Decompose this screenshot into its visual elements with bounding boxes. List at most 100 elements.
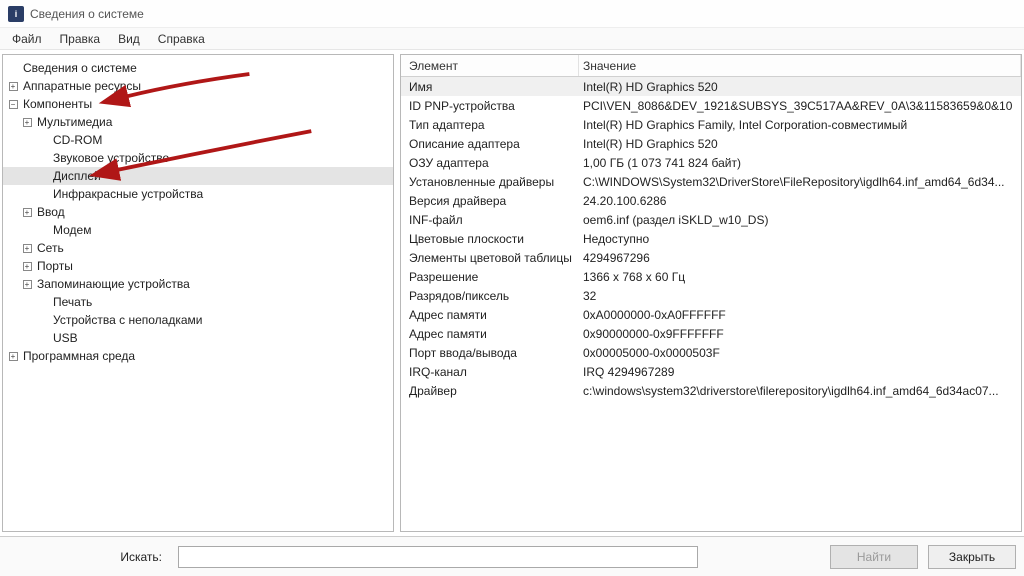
detail-cell-name: Версия драйвера (401, 194, 579, 208)
system-tree: Сведения о системе + Аппаратные ресурсы … (3, 59, 393, 365)
tree-item-hardware[interactable]: + Аппаратные ресурсы (3, 77, 393, 95)
detail-cell-name: Тип адаптера (401, 118, 579, 132)
tree-pane[interactable]: Сведения о системе + Аппаратные ресурсы … (2, 54, 394, 532)
tree-item-infrared[interactable]: Инфракрасные устройства (3, 185, 393, 203)
detail-cell-value: 1,00 ГБ (1 073 741 824 байт) (579, 156, 1021, 170)
detail-cell-name: Описание адаптера (401, 137, 579, 151)
tree-item-software-env[interactable]: + Программная среда (3, 347, 393, 365)
tree-label: Модем (53, 223, 91, 237)
detail-row[interactable]: Тип адаптераIntel(R) HD Graphics Family,… (401, 115, 1021, 134)
tree-label: Сеть (37, 241, 64, 255)
detail-cell-value: 24.20.100.6286 (579, 194, 1021, 208)
tree-item-multimedia[interactable]: + Мультимедиа (3, 113, 393, 131)
detail-cell-name: Порт ввода/вывода (401, 346, 579, 360)
plus-icon[interactable]: + (21, 278, 33, 290)
minus-icon[interactable]: − (7, 98, 19, 110)
tree-label: Дисплей (53, 169, 101, 183)
detail-cell-value: 0x00005000-0x0000503F (579, 346, 1021, 360)
tree-label: CD-ROM (53, 133, 102, 147)
detail-cell-name: IRQ-канал (401, 365, 579, 379)
tree-item-sound[interactable]: Звуковое устройство (3, 149, 393, 167)
detail-row[interactable]: Разрядов/пиксель32 (401, 286, 1021, 305)
search-label: Искать: (120, 550, 162, 564)
tree-label: Сведения о системе (23, 61, 137, 75)
detail-row[interactable]: Разрешение1366 x 768 x 60 Гц (401, 267, 1021, 286)
tree-item-cdrom[interactable]: CD-ROM (3, 131, 393, 149)
close-button[interactable]: Закрыть (928, 545, 1016, 569)
detail-row[interactable]: Версия драйвера24.20.100.6286 (401, 191, 1021, 210)
tree-label: Запоминающие устройства (37, 277, 190, 291)
plus-icon[interactable]: + (7, 80, 19, 92)
detail-row[interactable]: Драйверc:\windows\system32\driverstore\f… (401, 381, 1021, 400)
detail-body[interactable]: ИмяIntel(R) HD Graphics 520ID PNP-устрой… (401, 77, 1021, 531)
detail-cell-value: 0x90000000-0x9FFFFFFF (579, 327, 1021, 341)
detail-cell-name: ОЗУ адаптера (401, 156, 579, 170)
detail-cell-value: 0xA0000000-0xA0FFFFFF (579, 308, 1021, 322)
tree-item-problem-devices[interactable]: Устройства с неполадками (3, 311, 393, 329)
tree-item-storage[interactable]: + Запоминающие устройства (3, 275, 393, 293)
detail-cell-name: Элементы цветовой таблицы (401, 251, 579, 265)
tree-label: Компоненты (23, 97, 92, 111)
tree-label: Ввод (37, 205, 65, 219)
detail-cell-value: Intel(R) HD Graphics 520 (579, 137, 1021, 151)
detail-cell-name: ID PNP-устройства (401, 99, 579, 113)
plus-icon[interactable]: + (7, 350, 19, 362)
detail-row[interactable]: INF-файлoem6.inf (раздел iSKLD_w10_DS) (401, 210, 1021, 229)
column-header-element[interactable]: Элемент (401, 55, 579, 76)
tree-item-printing[interactable]: Печать (3, 293, 393, 311)
detail-row[interactable]: Порт ввода/вывода0x00005000-0x0000503F (401, 343, 1021, 362)
detail-cell-value: 4294967296 (579, 251, 1021, 265)
menu-view[interactable]: Вид (110, 30, 148, 48)
tree-item-network[interactable]: + Сеть (3, 239, 393, 257)
detail-cell-value: PCI\VEN_8086&DEV_1921&SUBSYS_39C517AA&RE… (579, 99, 1021, 113)
tree-label: Аппаратные ресурсы (23, 79, 141, 93)
detail-cell-name: Разрядов/пиксель (401, 289, 579, 303)
plus-icon[interactable]: + (21, 116, 33, 128)
menu-file[interactable]: Файл (4, 30, 50, 48)
tree-item-input[interactable]: + Ввод (3, 203, 393, 221)
plus-icon[interactable]: + (21, 206, 33, 218)
detail-row[interactable]: IRQ-каналIRQ 4294967289 (401, 362, 1021, 381)
tree-label: Мультимедиа (37, 115, 112, 129)
detail-cell-value: Intel(R) HD Graphics 520 (579, 80, 1021, 94)
menu-edit[interactable]: Правка (52, 30, 109, 48)
detail-row[interactable]: Элементы цветовой таблицы4294967296 (401, 248, 1021, 267)
detail-pane: Элемент Значение ИмяIntel(R) HD Graphics… (400, 54, 1022, 532)
menu-help[interactable]: Справка (150, 30, 213, 48)
detail-cell-value: Недоступно (579, 232, 1021, 246)
tree-item-display[interactable]: Дисплей (3, 167, 393, 185)
detail-cell-name: Драйвер (401, 384, 579, 398)
detail-row[interactable]: Адрес памяти0xA0000000-0xA0FFFFFF (401, 305, 1021, 324)
tree-label: Программная среда (23, 349, 135, 363)
tree-label: Устройства с неполадками (53, 313, 202, 327)
window-title: Сведения о системе (30, 7, 144, 21)
detail-row[interactable]: Установленные драйверыC:\WINDOWS\System3… (401, 172, 1021, 191)
plus-icon[interactable]: + (21, 260, 33, 272)
tree-item-modem[interactable]: Модем (3, 221, 393, 239)
tree-label: USB (53, 331, 78, 345)
titlebar: i Сведения о системе (0, 0, 1024, 28)
detail-cell-name: Адрес памяти (401, 327, 579, 341)
detail-row[interactable]: ID PNP-устройстваPCI\VEN_8086&DEV_1921&S… (401, 96, 1021, 115)
column-header-value[interactable]: Значение (579, 55, 1021, 76)
detail-cell-value: 1366 x 768 x 60 Гц (579, 270, 1021, 284)
workspace: Сведения о системе + Аппаратные ресурсы … (0, 50, 1024, 536)
footer: Искать: Найти Закрыть (0, 536, 1024, 576)
detail-row[interactable]: Цветовые плоскостиНедоступно (401, 229, 1021, 248)
tree-item-usb[interactable]: USB (3, 329, 393, 347)
tree-item-system-summary[interactable]: Сведения о системе (3, 59, 393, 77)
tree-label: Порты (37, 259, 73, 273)
find-button[interactable]: Найти (830, 545, 918, 569)
tree-item-components[interactable]: − Компоненты (3, 95, 393, 113)
detail-cell-value: IRQ 4294967289 (579, 365, 1021, 379)
tree-item-ports[interactable]: + Порты (3, 257, 393, 275)
plus-icon[interactable]: + (21, 242, 33, 254)
detail-cell-value: Intel(R) HD Graphics Family, Intel Corpo… (579, 118, 1021, 132)
detail-cell-name: Цветовые плоскости (401, 232, 579, 246)
detail-cell-name: Имя (401, 80, 579, 94)
detail-row[interactable]: Описание адаптераIntel(R) HD Graphics 52… (401, 134, 1021, 153)
detail-row[interactable]: Адрес памяти0x90000000-0x9FFFFFFF (401, 324, 1021, 343)
search-input[interactable] (178, 546, 698, 568)
detail-row[interactable]: ОЗУ адаптера1,00 ГБ (1 073 741 824 байт) (401, 153, 1021, 172)
detail-row[interactable]: ИмяIntel(R) HD Graphics 520 (401, 77, 1021, 96)
